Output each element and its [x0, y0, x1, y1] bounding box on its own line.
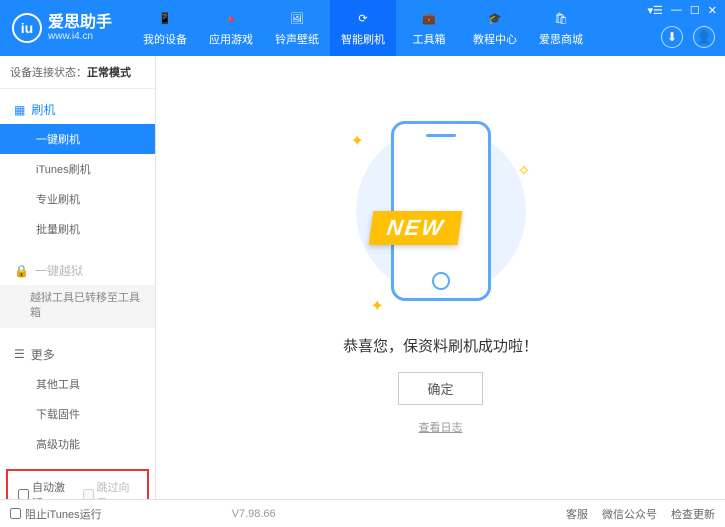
footer-link-wechat[interactable]: 微信公众号: [602, 506, 657, 522]
sidebar-cat-more[interactable]: ☰更多: [0, 340, 155, 369]
connection-status: 设备连接状态：正常模式: [0, 56, 155, 89]
nav-toolbox[interactable]: 💼工具箱: [396, 0, 462, 56]
skip-guide-checkbox[interactable]: 跳过向导: [83, 479, 138, 499]
flash-icon: ⟳: [354, 10, 372, 28]
app-url: www.i4.cn: [48, 31, 112, 42]
auto-activate-checkbox[interactable]: 自动激活: [18, 479, 73, 499]
app-name: 爱思助手: [48, 14, 112, 32]
sidebar-item-batch[interactable]: 批量刷机: [0, 214, 155, 244]
ok-button[interactable]: 确定: [398, 372, 482, 405]
version-label: V7.98.66: [232, 508, 276, 520]
nav-ringtones[interactable]: 🖼铃声壁纸: [264, 0, 330, 56]
flash-cat-icon: ▦: [14, 103, 25, 117]
sparkle-icon: ✦: [351, 131, 364, 151]
minimize-icon[interactable]: —: [671, 4, 682, 17]
sparkle-icon: ✧: [517, 161, 530, 181]
lock-icon: 🔒: [14, 264, 29, 278]
sidebar-item-advanced[interactable]: 高级功能: [0, 429, 155, 459]
sidebar-item-other[interactable]: 其他工具: [0, 369, 155, 399]
footer-link-support[interactable]: 客服: [566, 506, 588, 522]
sidebar-item-itunes[interactable]: iTunes刷机: [0, 154, 155, 184]
footer-link-update[interactable]: 检查更新: [671, 506, 715, 522]
apps-icon: 🔺: [222, 10, 240, 28]
mall-icon: 🛍: [552, 10, 570, 28]
sidebar-item-pro[interactable]: 专业刷机: [0, 184, 155, 214]
logo-icon: iu: [12, 13, 42, 43]
device-icon: 📱: [156, 10, 174, 28]
footer: 阻止iTunes运行 V7.98.66 客服 微信公众号 检查更新: [0, 499, 725, 527]
nav-flash[interactable]: ⟳智能刷机: [330, 0, 396, 56]
close-icon[interactable]: ✕: [708, 4, 717, 17]
view-log-link[interactable]: 查看日志: [419, 419, 463, 435]
success-message: 恭喜您，保资料刷机成功啦！: [343, 335, 538, 356]
account-button[interactable]: 👤: [693, 26, 715, 48]
sidebar-cat-flash[interactable]: ▦刷机: [0, 95, 155, 124]
toolbox-icon: 💼: [420, 10, 438, 28]
block-itunes-checkbox[interactable]: 阻止iTunes运行: [10, 506, 102, 522]
sidebar-item-download[interactable]: 下载固件: [0, 399, 155, 429]
menu-icon[interactable]: ▾☰: [648, 4, 663, 17]
ringtone-icon: 🖼: [288, 10, 306, 28]
logo: iu 爱思助手 www.i4.cn: [12, 13, 112, 43]
option-checkboxes: 自动激活 跳过向导: [6, 469, 149, 499]
app-header: iu 爱思助手 www.i4.cn 📱我的设备 🔺应用游戏 🖼铃声壁纸 ⟳智能刷…: [0, 0, 725, 56]
main-content: NEW ✦ ✧ ✦ 恭喜您，保资料刷机成功啦！ 确定 查看日志: [156, 56, 725, 499]
more-icon: ☰: [14, 347, 25, 361]
nav-tutorials[interactable]: 🎓教程中心: [462, 0, 528, 56]
success-illustration: NEW ✦ ✧ ✦: [361, 121, 521, 321]
top-nav: 📱我的设备 🔺应用游戏 🖼铃声壁纸 ⟳智能刷机 💼工具箱 🎓教程中心 🛍爱思商城: [132, 0, 594, 56]
sidebar-cat-jailbreak: 🔒一键越狱: [0, 256, 155, 285]
nav-mall[interactable]: 🛍爱思商城: [528, 0, 594, 56]
sidebar-item-oneclick[interactable]: 一键刷机: [0, 124, 155, 154]
download-button[interactable]: ⬇: [661, 26, 683, 48]
new-banner: NEW: [368, 211, 462, 245]
nav-apps[interactable]: 🔺应用游戏: [198, 0, 264, 56]
maximize-icon[interactable]: ☐: [690, 4, 700, 17]
sidebar-jailbreak-note: 越狱工具已转移至工具箱: [0, 285, 155, 328]
tutorial-icon: 🎓: [486, 10, 504, 28]
sidebar: 设备连接状态：正常模式 ▦刷机 一键刷机 iTunes刷机 专业刷机 批量刷机 …: [0, 56, 156, 499]
window-controls: ▾☰ — ☐ ✕: [648, 4, 717, 17]
sparkle-icon: ✦: [371, 296, 384, 316]
nav-my-device[interactable]: 📱我的设备: [132, 0, 198, 56]
